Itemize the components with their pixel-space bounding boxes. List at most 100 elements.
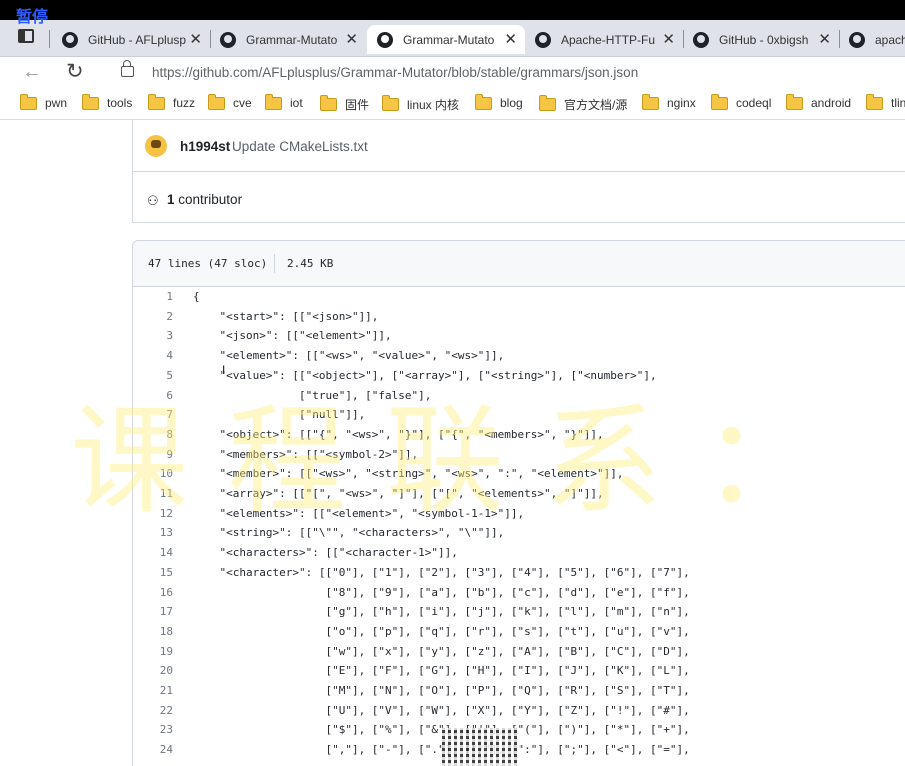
code-line: 12 "<elements>": [["<element>", "<symbol… xyxy=(133,504,905,524)
bookmark-firmware[interactable]: 固件 xyxy=(320,95,369,113)
bookmark-label: tools xyxy=(107,96,133,110)
bookmark-label: codeql xyxy=(736,96,772,110)
line-number[interactable]: 11 xyxy=(133,484,173,504)
line-number[interactable]: 9 xyxy=(133,445,173,465)
line-number[interactable]: 20 xyxy=(133,661,173,681)
code-line: 6 ["true"], ["false"], xyxy=(133,386,905,406)
file-size: 2.45 KB xyxy=(287,257,334,270)
line-number[interactable]: 17 xyxy=(133,602,173,622)
bookmark-pwn[interactable]: pwn xyxy=(20,93,68,110)
back-arrow-icon[interactable]: ← xyxy=(22,61,42,84)
bookmark-cve[interactable]: cve xyxy=(208,93,252,110)
line-number[interactable]: 10 xyxy=(133,464,173,484)
bookmark-blog[interactable]: blog xyxy=(475,93,523,110)
folder-icon xyxy=(265,93,282,110)
contributor-count: 1 xyxy=(167,192,175,207)
bookmark-fuzz[interactable]: fuzz xyxy=(148,93,195,110)
code-line: 11 "<array>": [["[", "<ws>", "]"], ["[",… xyxy=(133,484,905,504)
line-content: ["null"]], xyxy=(193,408,366,422)
code-line: 10 "<member>": [["<ws>", "<string>", "<w… xyxy=(133,464,905,484)
bookmark-android[interactable]: android xyxy=(786,93,851,110)
line-number[interactable]: 1 xyxy=(133,287,173,307)
github-icon xyxy=(849,31,865,48)
bookmark-iot[interactable]: iot xyxy=(265,93,303,110)
commit-message[interactable]: Update CMakeLists.txt xyxy=(232,139,368,154)
line-content: "<object>": [["{", "<ws>", "}"], ["{", "… xyxy=(193,427,604,441)
tab-1[interactable]: Grammar-Mutato ✕ xyxy=(210,25,366,54)
line-number[interactable]: 8 xyxy=(133,425,173,445)
file-header: 47 lines (47 sloc) 2.45 KB xyxy=(133,241,905,287)
lock-icon[interactable] xyxy=(121,60,134,77)
line-number[interactable]: 5 xyxy=(133,366,173,386)
bookmark-official-docs[interactable]: 官方文档/源 xyxy=(539,95,627,113)
close-icon[interactable]: ✕ xyxy=(504,30,517,48)
line-number[interactable]: 23 xyxy=(133,720,173,740)
line-number[interactable]: 14 xyxy=(133,543,173,563)
line-content: ["U"], ["V"], ["W"], ["X"], ["Y"], ["Z"]… xyxy=(193,703,690,717)
bookmark-label: linux 内核 xyxy=(407,98,460,112)
reload-icon[interactable]: ↻ xyxy=(66,59,84,84)
close-icon[interactable]: ✕ xyxy=(662,30,675,48)
folder-icon xyxy=(208,93,225,110)
bookmark-tlin[interactable]: tlin xyxy=(866,93,905,110)
line-number[interactable]: 24 xyxy=(133,740,173,760)
file-lines-info: 47 lines (47 sloc) xyxy=(148,257,268,270)
line-number[interactable]: 13 xyxy=(133,523,173,543)
code-line: 9 "<members>": [["<symbol-2>"]], xyxy=(133,445,905,465)
bookmark-label: nginx xyxy=(667,96,696,110)
line-number[interactable]: 16 xyxy=(133,583,173,603)
line-number[interactable]: 3 xyxy=(133,326,173,346)
tab-5[interactable]: apach xyxy=(839,25,905,54)
bookmark-linux-kernel[interactable]: linux 内核 xyxy=(382,95,460,113)
line-number[interactable]: 6 xyxy=(133,386,173,406)
line-number[interactable]: 18 xyxy=(133,622,173,642)
commit-author[interactable]: h1994st xyxy=(180,139,230,154)
line-number[interactable]: 2 xyxy=(133,307,173,327)
code-line: 4 "<element>": [["<ws>", "<value>", "<ws… xyxy=(133,346,905,366)
contributors-link[interactable]: 1 contributor xyxy=(167,192,242,207)
close-icon[interactable]: ✕ xyxy=(189,30,202,48)
code-line: 2 "<start>": [["<json>"]], xyxy=(133,307,905,327)
line-content: "<element>": [["<ws>", "<value>", "<ws>"… xyxy=(193,349,505,363)
text-cursor-icon: I xyxy=(222,363,226,377)
bookmark-codeql[interactable]: codeql xyxy=(711,93,772,110)
code-line: 5 "<value>": [["<object>"], ["<array>"],… xyxy=(133,366,905,386)
line-number[interactable]: 19 xyxy=(133,642,173,662)
line-content: ["E"], ["F"], ["G"], ["H"], ["I"], ["J"]… xyxy=(193,664,690,678)
bookmark-label: pwn xyxy=(45,96,68,110)
url-field[interactable]: https://github.com/AFLplusplus/Grammar-M… xyxy=(152,65,638,80)
close-icon[interactable]: ✕ xyxy=(818,30,831,48)
line-number[interactable]: 7 xyxy=(133,405,173,425)
close-icon[interactable]: ✕ xyxy=(345,30,358,48)
tab-2-active[interactable]: Grammar-Mutato ✕ xyxy=(367,25,525,54)
tab-3[interactable]: Apache-HTTP-Fu ✕ xyxy=(525,25,683,54)
avatar[interactable] xyxy=(145,135,167,157)
code-line: 16 ["8"], ["9"], ["a"], ["b"], ["c"], ["… xyxy=(133,583,905,603)
bookmark-label: tlin xyxy=(891,96,905,110)
line-number[interactable]: 4 xyxy=(133,346,173,366)
folder-icon xyxy=(148,93,165,110)
line-content: "<string>": [["\"", "<characters>", "\""… xyxy=(193,526,505,540)
line-number[interactable]: 21 xyxy=(133,681,173,701)
bookmark-tools[interactable]: tools xyxy=(82,93,133,110)
address-bar: ← ↻ https://github.com/AFLplusplus/Gramm… xyxy=(0,57,905,89)
line-content: "<start>": [["<json>"]], xyxy=(193,309,379,323)
tab-4[interactable]: GitHub - 0xbigsh ✕ xyxy=(683,25,839,54)
line-number[interactable]: 12 xyxy=(133,504,173,524)
tab-0[interactable]: GitHub - AFLplusp ✕ xyxy=(52,25,210,54)
line-content: { xyxy=(193,290,200,303)
line-number[interactable]: 22 xyxy=(133,701,173,721)
bookmark-nginx[interactable]: nginx xyxy=(642,93,696,110)
line-content: ["w"], ["x"], ["y"], ["z"], ["A"], ["B"]… xyxy=(193,644,690,658)
code-line: 8 "<object>": [["{", "<ws>", "}"], ["{",… xyxy=(133,425,905,445)
bookmarks-bar: pwn tools fuzz cve iot 固件 linux 内核 blog … xyxy=(0,89,905,120)
folder-icon xyxy=(642,93,659,110)
line-content: "<member>": [["<ws>", "<string>", "<ws>"… xyxy=(193,467,624,481)
page-content: h1994st Update CMakeLists.txt ⚇ 1 contri… xyxy=(0,120,905,766)
line-number[interactable]: 15 xyxy=(133,563,173,583)
github-icon xyxy=(535,31,551,48)
tab-separator xyxy=(49,30,50,48)
folder-icon xyxy=(866,93,883,110)
tab-actions-icon[interactable] xyxy=(18,29,34,43)
code-line: 22 ["U"], ["V"], ["W"], ["X"], ["Y"], ["… xyxy=(133,701,905,721)
